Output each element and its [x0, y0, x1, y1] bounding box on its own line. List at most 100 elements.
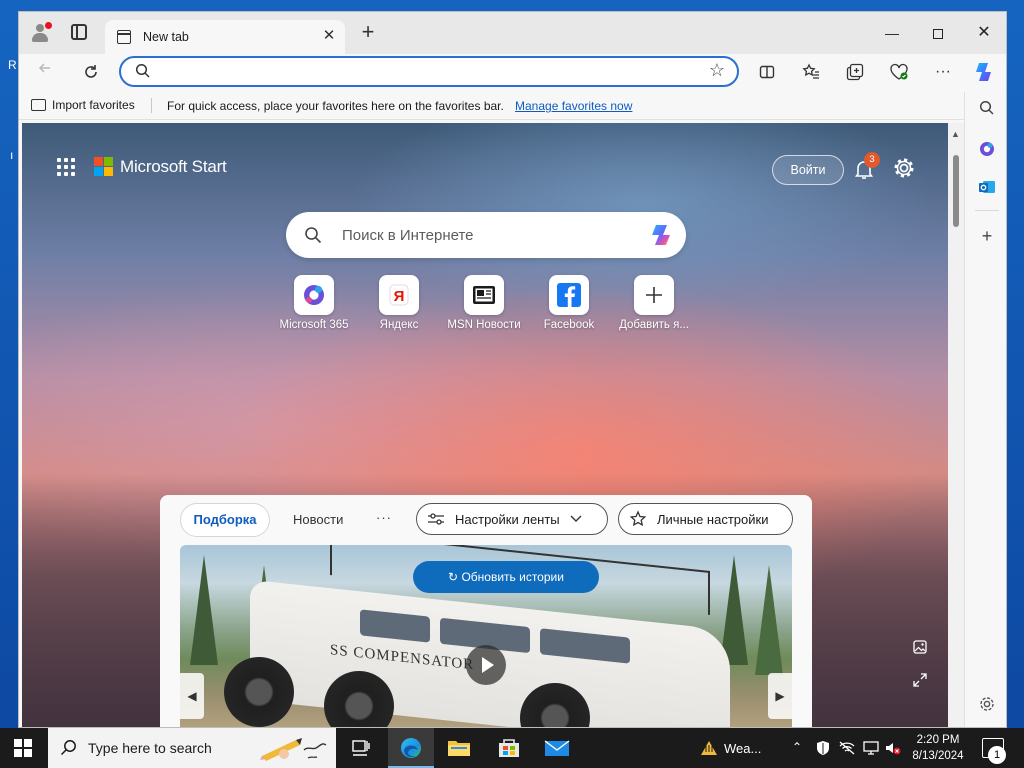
system-clock[interactable]: 2:20 PM 8/13/2024	[906, 732, 970, 764]
task-view-icon	[352, 740, 370, 756]
copilot-icon[interactable]	[648, 221, 676, 249]
import-favorites-button[interactable]: Import favorites	[31, 98, 135, 112]
new-tab-page-icon	[117, 30, 131, 44]
taskbar-edge-button[interactable]	[388, 728, 434, 768]
feed-settings-button[interactable]: Настройки ленты	[416, 503, 608, 535]
refresh-icon: ↻	[448, 570, 459, 584]
play-video-button[interactable]	[466, 645, 506, 685]
sidebar-outlook-button[interactable]	[975, 178, 999, 202]
tab-new-tab[interactable]: New tab ✕	[105, 20, 345, 54]
quick-link-label: Яндекс	[379, 319, 419, 331]
back-button[interactable]	[31, 58, 59, 86]
mail-icon	[544, 740, 570, 756]
tab-title: New tab	[143, 30, 189, 44]
search-highlight-pencil-icon	[260, 738, 327, 761]
network-disconnected-icon[interactable]	[838, 740, 856, 756]
new-tab-button[interactable]: +	[357, 21, 379, 44]
brand-title: Microsoft Start	[120, 157, 227, 176]
volume-muted-icon[interactable]	[884, 740, 902, 756]
manage-favorites-link[interactable]: Manage favorites now	[515, 99, 632, 113]
news-feed: Подборка Новости ··· Настройки ленты Лич…	[160, 495, 812, 727]
page-scrollbar[interactable]: ▲	[948, 123, 964, 727]
scroll-thumb[interactable]	[953, 155, 959, 227]
weather-widget[interactable]: Wea...	[700, 739, 761, 757]
collections-icon	[846, 63, 864, 81]
action-center-badge: 1	[988, 746, 1006, 764]
refresh-button[interactable]	[77, 58, 105, 86]
folder-icon	[448, 741, 470, 756]
settings-more-button[interactable]: ···	[929, 58, 957, 86]
address-bar[interactable]: ☆	[119, 56, 739, 87]
maximize-button[interactable]	[923, 18, 953, 48]
quick-link-label: Добавить я...	[619, 319, 689, 331]
microsoft-365-icon	[294, 275, 334, 315]
toolbar: ☆ ···	[19, 54, 1006, 90]
more-dots-icon: ···	[935, 63, 951, 80]
split-screen-button[interactable]	[753, 58, 781, 86]
tab-news[interactable]: Новости	[293, 512, 343, 527]
gear-icon	[980, 697, 994, 711]
expand-icon[interactable]	[912, 672, 928, 688]
tab-my-feed[interactable]: Подборка	[180, 503, 270, 537]
taskbar: Type here to search Wea... ⌃ 2:20 PM 8/1…	[0, 728, 1024, 768]
taskbar-file-explorer-button[interactable]	[436, 728, 482, 768]
tab-more-button[interactable]: ···	[376, 510, 392, 525]
gear-icon[interactable]	[892, 156, 916, 180]
browser-essentials-button[interactable]	[885, 58, 913, 86]
microsoft-logo-icon	[94, 157, 114, 177]
new-tab-page: Microsoft Start Войти 3 Поиск в Интернет…	[22, 123, 948, 727]
quick-link-yandex[interactable]: Я Яндекс	[357, 275, 441, 331]
app-launcher-icon[interactable]	[57, 158, 75, 176]
close-window-button[interactable]: ✕	[969, 18, 999, 48]
sidebar-search-button[interactable]	[975, 100, 999, 124]
minimize-button[interactable]: —	[877, 18, 907, 48]
task-view-button[interactable]	[338, 728, 384, 768]
edge-icon	[401, 738, 421, 758]
quick-link-facebook[interactable]: Facebook	[527, 275, 611, 331]
sidebar-divider	[975, 210, 999, 211]
profile-avatar-icon[interactable]	[29, 22, 52, 44]
favorite-star-icon[interactable]: ☆	[709, 60, 725, 81]
quick-links: Microsoft 365 Я Яндекс MSN Новости Faceb…	[272, 275, 702, 337]
security-shield-icon[interactable]	[815, 740, 831, 756]
show-hidden-icons-chevron-icon[interactable]: ⌃	[792, 740, 802, 754]
display-icon[interactable]	[862, 740, 880, 756]
taskbar-search-placeholder: Type here to search	[88, 740, 212, 756]
import-favorites-label: Import favorites	[52, 98, 135, 112]
favorites-list-icon	[802, 63, 819, 79]
scroll-up-arrow-icon[interactable]: ▲	[951, 129, 960, 139]
copilot-button[interactable]	[971, 58, 999, 86]
refresh-stories-button[interactable]: ↻ Обновить истории	[413, 561, 599, 593]
quick-link-microsoft-365[interactable]: Microsoft 365	[272, 275, 356, 331]
taskbar-mail-button[interactable]	[534, 728, 580, 768]
personal-settings-button[interactable]: Личные настройки	[618, 503, 793, 535]
favorites-divider	[151, 98, 152, 113]
taskbar-search-box[interactable]: Type here to search	[48, 728, 336, 768]
carousel-prev-button[interactable]: ◀	[180, 673, 204, 719]
tab-actions-icon[interactable]	[71, 24, 87, 40]
background-image-icon[interactable]	[912, 639, 928, 655]
desktop-icon-label: R	[8, 58, 17, 72]
title-bar: New tab ✕ + — ✕	[19, 12, 1006, 54]
collections-button[interactable]	[841, 58, 869, 86]
taskbar-store-button[interactable]	[486, 728, 532, 768]
tab-close-button[interactable]: ✕	[319, 26, 339, 46]
sign-in-button[interactable]: Войти	[772, 155, 844, 185]
quick-link-add[interactable]: Добавить я...	[612, 275, 696, 331]
featured-story-image[interactable]: SS COMPENSATOR ↻ Обновить истории ◀ ▶	[180, 545, 792, 727]
search-icon	[979, 100, 994, 115]
split-screen-icon	[759, 65, 775, 79]
quick-link-msn-news[interactable]: MSN Новости	[442, 275, 526, 331]
web-search-box[interactable]: Поиск в Интернете	[286, 212, 686, 258]
sidebar-add-button[interactable]: +	[975, 224, 999, 248]
sidebar-settings-button[interactable]	[975, 696, 999, 720]
notification-badge: 3	[864, 152, 880, 168]
address-input[interactable]	[161, 62, 681, 82]
carousel-next-button[interactable]: ▶	[768, 673, 792, 719]
weather-label: Wea...	[724, 740, 762, 756]
quick-link-label: Facebook	[543, 319, 595, 331]
windows-start-icon[interactable]	[14, 739, 32, 757]
car-lettering: SS COMPENSATOR	[330, 642, 475, 674]
favorites-button[interactable]	[797, 58, 825, 86]
sidebar-microsoft-365-button[interactable]	[975, 140, 999, 164]
